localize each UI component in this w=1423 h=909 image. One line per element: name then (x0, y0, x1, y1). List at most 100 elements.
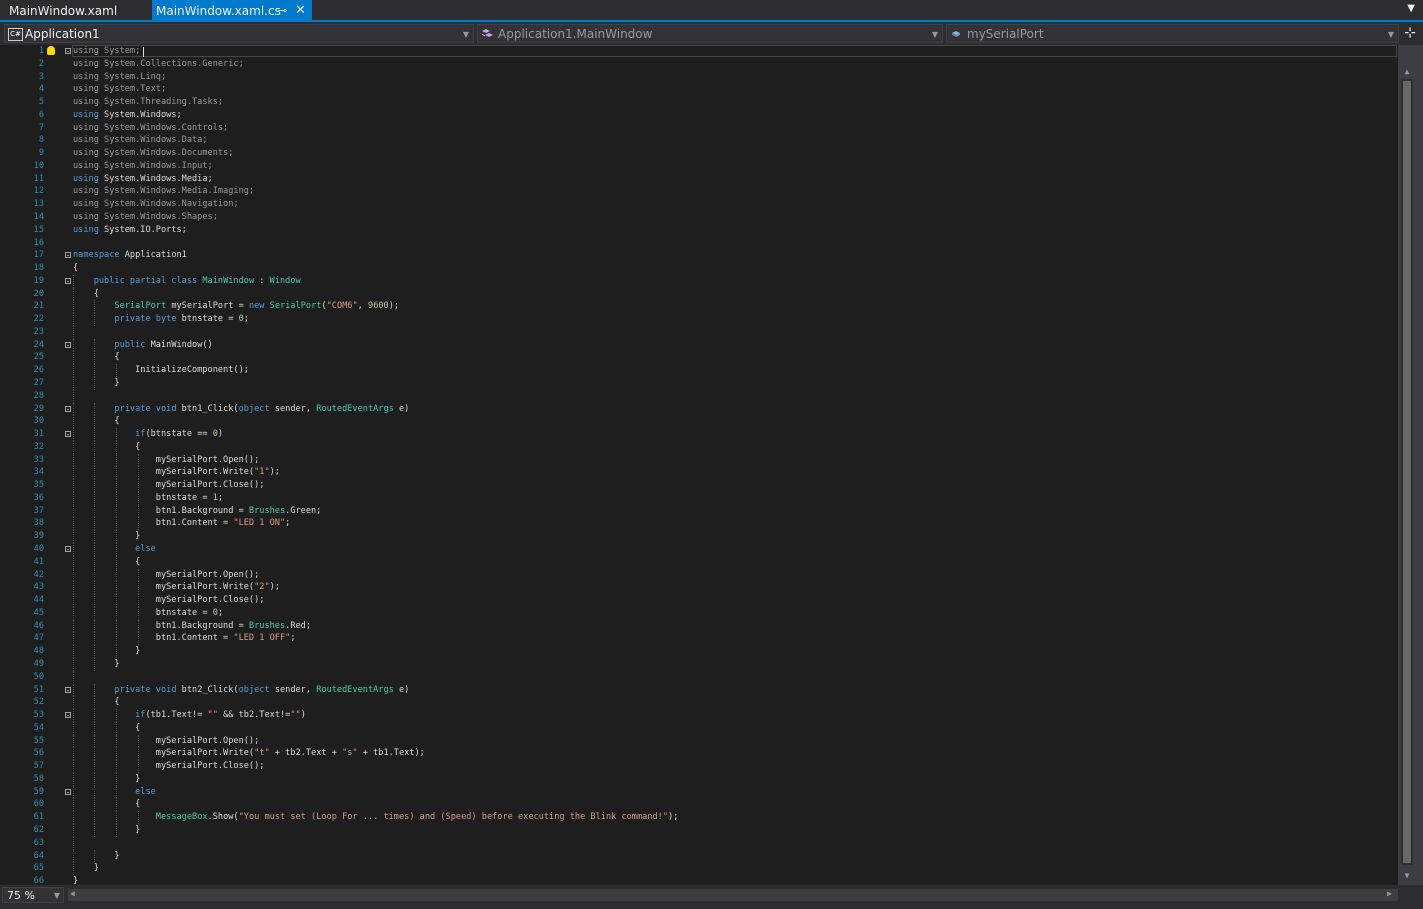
lightbulb-icon[interactable] (47, 46, 55, 55)
code-line[interactable]: 48 } (0, 645, 1398, 658)
code-line[interactable]: 4 using System.Text; (0, 83, 1398, 96)
member-dropdown[interactable]: mySerialPort ▼ (946, 24, 1399, 43)
tab-mainwindow-xaml[interactable]: MainWindow.xaml (0, 0, 150, 20)
line-code: using System.Windows.Input; (73, 160, 213, 173)
code-line[interactable]: 22 private byte btnstate = 0; (0, 313, 1398, 326)
code-line[interactable]: 14 using System.Windows.Shapes; (0, 211, 1398, 224)
code-line[interactable]: 57 mySerialPort.Close(); (0, 760, 1398, 773)
code-line[interactable]: 17 namespace Application1 (0, 249, 1398, 262)
split-window-icon[interactable]: ⊹ (1401, 24, 1419, 43)
code-line[interactable]: 53 if(tb1.Text!= "" && tb2.Text!="") (0, 709, 1398, 722)
collapse-icon[interactable] (65, 431, 71, 438)
code-line[interactable]: 5 using System.Threading.Tasks; (0, 96, 1398, 109)
collapse-icon[interactable] (65, 712, 71, 719)
collapse-icon[interactable] (65, 48, 71, 54)
code-line[interactable]: 13 using System.Windows.Navigation; (0, 198, 1398, 211)
code-line[interactable]: 46 btn1.Background = Brushes.Red; (0, 619, 1398, 633)
code-line[interactable]: 62 } (0, 823, 1398, 837)
code-line[interactable]: 8 using System.Windows.Data; (0, 134, 1398, 147)
collapse-icon[interactable] (65, 686, 71, 693)
scrollbar-thumb[interactable] (1403, 81, 1411, 863)
collapse-icon[interactable] (65, 405, 71, 412)
scroll-down-icon[interactable]: ▼ (1398, 871, 1416, 880)
code-line[interactable]: 12 using System.Windows.Media.Imaging; (0, 185, 1398, 198)
horizontal-scrollbar[interactable]: ◀ ▶ (68, 889, 1398, 901)
code-line[interactable]: 65 } (0, 862, 1398, 876)
code-line[interactable]: 6 using System.Windows; (0, 109, 1398, 122)
code-line[interactable]: 59 else (0, 785, 1398, 799)
code-line[interactable]: 60 { (0, 798, 1398, 812)
code-line[interactable]: 19 public partial class MainWindow : Win… (0, 274, 1398, 288)
code-line[interactable]: 56 mySerialPort.Write("t" + tb2.Text + "… (0, 747, 1398, 761)
code-line[interactable]: 26 InitializeComponent(); (0, 364, 1398, 378)
tab-mainwindow-xaml-cs[interactable]: MainWindow.xaml.cs ⊸ ✕ (152, 0, 312, 20)
code-line[interactable]: 3 using System.Linq; (0, 71, 1398, 84)
code-line[interactable]: 15 using System.IO.Ports; (0, 224, 1398, 237)
code-line[interactable]: 50 (0, 670, 1398, 684)
line-number: 37 (33, 505, 44, 516)
tab-overflow-icon[interactable]: ▼ (1407, 3, 1415, 14)
code-line[interactable]: 58 } (0, 772, 1398, 786)
code-line[interactable]: 64 } (0, 849, 1398, 863)
collapse-icon[interactable] (65, 252, 71, 259)
code-line[interactable]: 66} (0, 875, 1398, 885)
class-dropdown[interactable]: Application1.MainWindow ▼ (477, 24, 943, 43)
scroll-up-icon[interactable]: ▲ (1398, 67, 1416, 76)
code-line[interactable]: 63 (0, 836, 1398, 850)
code-line[interactable]: 52 { (0, 696, 1398, 710)
code-line[interactable]: 34 mySerialPort.Write("1"); (0, 466, 1398, 480)
line-number: 42 (33, 569, 44, 580)
code-line[interactable]: 38 btn1.Content = "LED 1 ON"; (0, 517, 1398, 531)
collapse-icon[interactable] (65, 341, 71, 348)
code-line[interactable]: 16 (0, 237, 1398, 250)
vertical-scrollbar[interactable]: ▲ ▼ (1398, 45, 1423, 885)
collapse-icon[interactable] (65, 788, 71, 795)
code-line[interactable]: 47 btn1.Content = "LED 1 OFF"; (0, 632, 1398, 646)
code-line[interactable]: 18 { (0, 262, 1398, 275)
scroll-left-icon[interactable]: ◀ (70, 889, 75, 898)
code-line[interactable]: 31 if(btnstate == 0) (0, 428, 1398, 441)
line-code: { (73, 351, 119, 364)
project-dropdown[interactable]: C# Application1 ▼ (4, 24, 474, 43)
code-line[interactable]: 9 using System.Windows.Documents; (0, 147, 1398, 160)
code-line[interactable]: 7 using System.Windows.Controls; (0, 122, 1398, 135)
zoom-dropdown[interactable]: 75 % ▼ (2, 887, 64, 903)
code-line[interactable]: 11 using System.Windows.Media; (0, 173, 1398, 186)
code-line[interactable]: 27 } (0, 377, 1398, 390)
code-line[interactable]: 41 { (0, 555, 1398, 569)
code-line[interactable]: 55 mySerialPort.Open(); (0, 734, 1398, 748)
code-line[interactable]: 24 public MainWindow() (0, 338, 1398, 352)
code-line[interactable]: 10 using System.Windows.Input; (0, 160, 1398, 173)
pin-icon[interactable]: ⊸ (278, 0, 287, 22)
code-editor[interactable]: 1 using System; 2 using System.Collections.… (0, 45, 1398, 885)
code-line[interactable]: 43 mySerialPort.Write("2"); (0, 581, 1398, 595)
code-line[interactable]: 42 mySerialPort.Open(); (0, 568, 1398, 582)
code-line[interactable]: 54 { (0, 721, 1398, 735)
code-token: using (73, 46, 99, 56)
code-line[interactable]: 1 using System; (0, 45, 1398, 58)
close-icon[interactable]: ✕ (295, 0, 306, 22)
code-line[interactable]: 49 } (0, 657, 1398, 671)
scroll-right-icon[interactable]: ▶ (1387, 889, 1392, 898)
code-line[interactable]: 36 btnstate = 1; (0, 491, 1398, 505)
code-line[interactable]: 45 btnstate = 0; (0, 606, 1398, 620)
code-line[interactable]: 33 mySerialPort.Open(); (0, 453, 1398, 467)
code-line[interactable]: 20 { (0, 287, 1398, 301)
code-line[interactable]: 61 MessageBox.Show("You must set (Loop F… (0, 811, 1398, 824)
code-line[interactable]: 40 else (0, 543, 1398, 556)
code-line[interactable]: 25 { (0, 351, 1398, 365)
code-line[interactable]: 35 mySerialPort.Close(); (0, 479, 1398, 492)
code-line[interactable]: 37 btn1.Background = Brushes.Green; (0, 504, 1398, 518)
code-line[interactable]: 29 private void btn1_Click(object sender… (0, 402, 1398, 416)
code-line[interactable]: 23 (0, 325, 1398, 339)
code-line[interactable]: 44 mySerialPort.Close(); (0, 594, 1398, 607)
collapse-icon[interactable] (65, 546, 71, 553)
code-line[interactable]: 30 { (0, 415, 1398, 429)
code-line[interactable]: 51 private void btn2_Click(object sender… (0, 683, 1398, 697)
collapse-icon[interactable] (65, 277, 71, 284)
code-line[interactable]: 28 (0, 389, 1398, 403)
code-line[interactable]: 32 { (0, 440, 1398, 454)
code-line[interactable]: 39 } (0, 530, 1398, 544)
code-line[interactable]: 21 SerialPort mySerialPort = new SerialP… (0, 300, 1398, 314)
code-line[interactable]: 2 using System.Collections.Generic; (0, 58, 1398, 71)
